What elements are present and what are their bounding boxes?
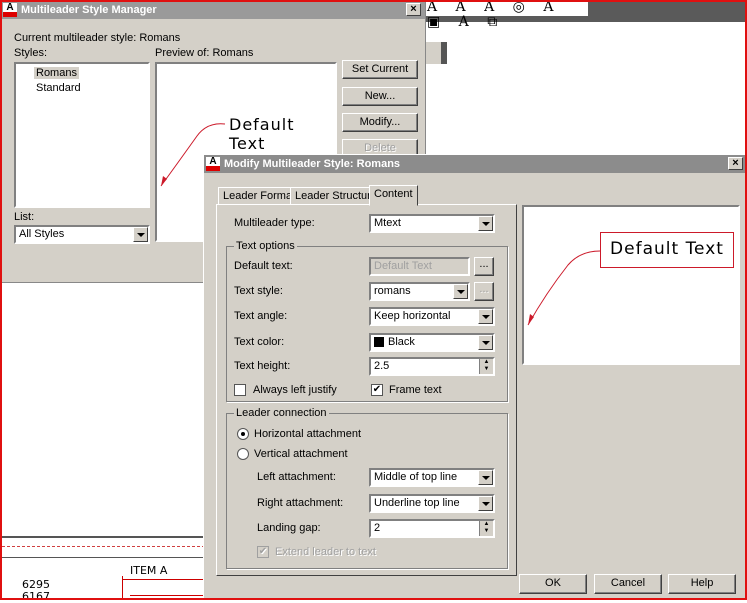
- autocad-icon: A: [3, 3, 17, 17]
- preview-label: Preview of: Romans: [155, 47, 254, 59]
- set-current-button[interactable]: Set Current: [342, 60, 418, 79]
- text-style-value: romans: [374, 285, 411, 297]
- color-swatch: [374, 337, 384, 347]
- styles-label: Styles:: [14, 47, 48, 59]
- text-tools-icons[interactable]: A A A ◎ A ▣ A ⧉: [425, 0, 588, 30]
- close-button[interactable]: ×: [728, 157, 743, 170]
- chevron-down-icon[interactable]: [478, 309, 493, 324]
- leader-connection-group: Leader connection Horizontal attachment …: [226, 407, 508, 569]
- modify-preview: Default Text: [522, 205, 740, 365]
- vertical-attachment-label: Vertical attachment: [254, 448, 348, 460]
- chevron-down-icon[interactable]: [478, 496, 493, 511]
- frame-text-label: Frame text: [389, 384, 442, 396]
- content-tab-panel: Multileader type: Mtext Text options Def…: [216, 204, 517, 576]
- always-left-justify-checkbox[interactable]: [234, 384, 246, 396]
- leader-arrow-icon: [527, 250, 601, 326]
- preview-framed-text: Default Text: [600, 232, 734, 268]
- drawing-dashed-line: [2, 546, 205, 547]
- multileader-type-select[interactable]: Mtext: [369, 214, 495, 233]
- preview-default-text: Default Text: [229, 115, 295, 153]
- style-item-standard[interactable]: Standard: [34, 82, 83, 94]
- spinner-icon[interactable]: ▲ ▼: [479, 521, 493, 536]
- leader-connection-label: Leader connection: [234, 407, 329, 419]
- multileader-type-value: Mtext: [374, 217, 401, 229]
- help-button[interactable]: Help: [668, 574, 736, 594]
- drawing-line: [2, 557, 205, 558]
- text-height-label: Text height:: [234, 360, 291, 372]
- landing-gap-value: 2: [374, 522, 381, 534]
- new-button[interactable]: New...: [342, 87, 418, 106]
- drawing-line: [2, 536, 205, 538]
- multileader-type-label: Multileader type:: [234, 217, 315, 229]
- right-attachment-value: Underline top line: [374, 497, 460, 509]
- drawing-dim-line: [122, 579, 205, 580]
- text-color-select[interactable]: Black: [369, 333, 495, 352]
- horizontal-attachment-label: Horizontal attachment: [254, 428, 361, 440]
- text-angle-select[interactable]: Keep horizontal: [369, 307, 495, 326]
- chevron-down-icon[interactable]: [453, 284, 468, 299]
- list-filter-select[interactable]: All Styles: [14, 225, 150, 244]
- chevron-down-icon[interactable]: [478, 470, 493, 485]
- text-height-value: 2.5: [374, 360, 390, 372]
- always-left-justify-label: Always left justify: [253, 384, 337, 396]
- landing-gap-input[interactable]: 2 ▲ ▼: [369, 519, 495, 538]
- tab-content[interactable]: Content: [369, 185, 418, 206]
- left-attachment-select[interactable]: Middle of top line: [369, 468, 495, 487]
- horizontal-attachment-radio[interactable]: [237, 428, 249, 440]
- right-attachment-label: Right attachment:: [257, 497, 344, 509]
- landing-gap-label: Landing gap:: [257, 522, 321, 534]
- modify-multileader-style-dialog: A Modify Multileader Style: Romans × Lea…: [203, 154, 747, 600]
- modify-title: Modify Multileader Style: Romans: [224, 158, 401, 170]
- chevron-down-icon[interactable]: [133, 227, 148, 242]
- modify-button[interactable]: Modify...: [342, 113, 418, 132]
- frame-text-checkbox[interactable]: ✔: [371, 384, 383, 396]
- current-style-label: Current multileader style: Romans: [14, 32, 181, 44]
- text-angle-value: Keep horizontal: [374, 310, 451, 322]
- text-style-select[interactable]: romans: [369, 282, 470, 301]
- default-text-ellipsis-button[interactable]: ...: [474, 257, 494, 276]
- ok-button[interactable]: OK: [519, 574, 587, 594]
- extend-leader-checkbox[interactable]: ✔: [257, 546, 269, 558]
- drawing-dim-line: [130, 595, 205, 596]
- chevron-down-icon[interactable]: [478, 335, 493, 350]
- text-height-input[interactable]: 2.5 ▲ ▼: [369, 357, 495, 376]
- list-filter-value: All Styles: [19, 228, 65, 240]
- list-label: List:: [14, 211, 35, 223]
- default-text-input[interactable]: Default Text: [369, 257, 470, 276]
- manager-title: Multileader Style Manager: [21, 4, 157, 16]
- manager-title-bar[interactable]: A Multileader Style Manager ×: [1, 1, 425, 19]
- cad-toolbar: A A A ◎ A ▣ A ⧉: [425, 0, 747, 30]
- default-text-label: Default text:: [234, 260, 293, 272]
- tab-leader-format[interactable]: Leader Format: [218, 187, 301, 205]
- right-attachment-select[interactable]: Underline top line: [369, 494, 495, 513]
- style-item-romans[interactable]: Romans: [34, 67, 79, 79]
- cancel-button[interactable]: Cancel: [594, 574, 662, 594]
- modify-title-bar[interactable]: A Modify Multileader Style: Romans ×: [204, 155, 746, 173]
- search-tool-icon[interactable]: [425, 42, 447, 64]
- styles-list[interactable]: Romans Standard: [14, 62, 150, 208]
- text-style-label: Text style:: [234, 285, 283, 297]
- left-attachment-value: Middle of top line: [374, 471, 458, 483]
- drawing-item-label: ITEM A: [130, 564, 168, 577]
- text-options-group: Text options Default text: Default Text …: [226, 240, 508, 402]
- text-color-label: Text color:: [234, 336, 285, 348]
- close-button[interactable]: ×: [406, 3, 421, 16]
- autocad-icon: A: [206, 157, 220, 171]
- drawing-number: 6167: [22, 590, 50, 603]
- left-attachment-label: Left attachment:: [257, 471, 336, 483]
- text-angle-label: Text angle:: [234, 310, 288, 322]
- text-options-label: Text options: [234, 240, 297, 252]
- chevron-down-icon[interactable]: [478, 216, 493, 231]
- text-style-ellipsis-button[interactable]: ...: [474, 282, 494, 301]
- vertical-attachment-radio[interactable]: [237, 448, 249, 460]
- spinner-icon[interactable]: ▲ ▼: [479, 359, 493, 374]
- extend-leader-label: Extend leader to text: [275, 546, 376, 558]
